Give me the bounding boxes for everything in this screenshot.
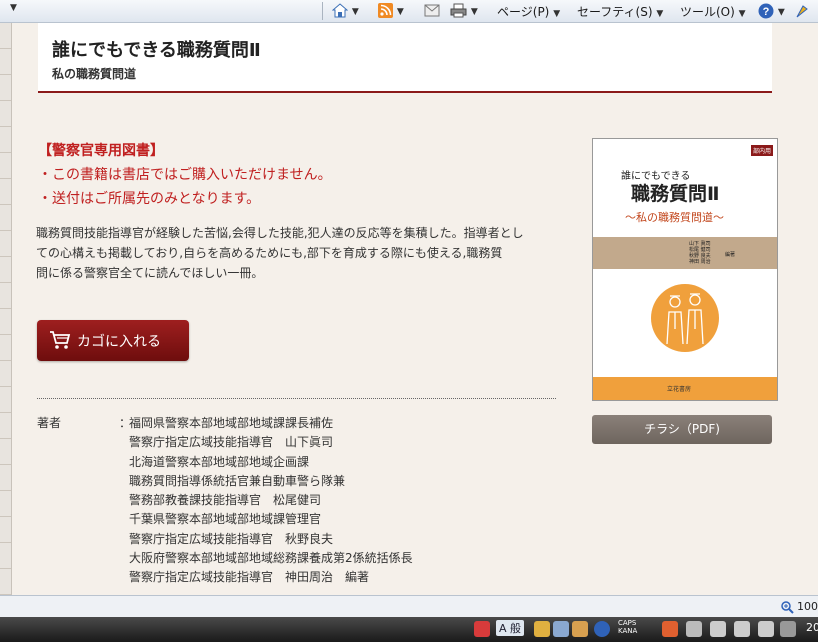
notice-line: ・送付はご所属先のみとなります。 [38,191,261,207]
ime-pad-icon[interactable] [572,621,588,637]
research-icon [796,5,808,18]
author-line: 大阪府警察本部地域部地域総務課養成第2係統括係長 [129,551,413,566]
author-label: 著者 [37,416,62,430]
author-line: 千葉県警察本部地域部地域課管理官 [129,512,322,527]
caps-label: CAPS [618,619,637,627]
ime-mode-indicator[interactable]: A 般 [496,620,525,636]
zoom-control[interactable]: 100 [780,600,818,614]
author-line: 警察庁指定広域技能指導官 秋野良夫 [129,531,334,546]
author-line: 福岡県警察本部地域部地域課課長補佐 [129,416,334,430]
section-divider [37,398,556,399]
zoom-icon [780,600,794,614]
mail-button[interactable] [424,3,440,17]
author-line: 北海道警察本部地域部地域企画課 [129,454,310,469]
left-panel-strip [0,23,12,595]
ime-tool-icon[interactable] [553,621,569,637]
cart-icon [50,331,71,349]
flyer-pdf-button[interactable]: チラシ（PDF) [592,415,772,444]
author-line: 職務質問指導係統括官兼自動車警ら隊兼 [129,473,346,488]
author-line: 警察庁指定広域技能指導官 神田周治 編著 [129,570,370,585]
caps-kana-indicator: CAPS KANA [618,619,637,635]
printer-icon [450,3,467,18]
title-header: 誰にでもできる職務質問Ⅱ 私の職務質問道 [38,23,772,93]
add-to-cart-label: カゴに入れる [77,334,161,350]
browser-status-bar: 100 [0,595,818,618]
description-line: 問に係る警察官全てに読んでほしい一冊。 [36,266,264,280]
author-line: 警察庁指定広域技能指導官 山下眞司 [129,435,334,450]
tray-security-icon[interactable] [780,621,796,637]
page-title: 誰にでもできる職務質問Ⅱ [52,40,261,61]
tray-device-icon[interactable] [710,621,726,637]
taskbar-clock[interactable]: 20 [806,621,818,634]
dropdown-caret-icon[interactable]: ▼ [10,3,17,13]
browser-command-bar: ▼ ▼ ▼ ▼ ページ(P) ▼ セーフティ(S) ▼ ツール(O) ▼ ? ▼ [0,0,818,23]
author-list: 福岡県警察本部地域部地域課課長補佐 警察庁指定広域技能指導官 山下眞司 北海道警… [129,414,413,588]
research-button[interactable] [794,3,810,19]
cover-author-name: 神田 周治 [689,259,711,265]
cover-illustration [651,284,719,352]
cover-author-band [593,237,777,269]
cover-publisher: 立花書房 [667,386,692,393]
print-button[interactable]: ▼ [450,3,478,18]
page-content: 誰にでもできる職務質問Ⅱ 私の職務質問道 【警察官専用図書】 ・この書籍は書店で… [12,23,818,595]
svg-text:?: ? [763,6,770,18]
add-to-cart-button[interactable]: カゴに入れる [37,320,189,361]
description-line: ての心構えも掲載しており,自らを高めるためにも,部下を育成する際にも使える,職務… [36,246,503,260]
description-line: 職務質問技能指導官が経験した苦悩,会得した技能,犯人達の反応等を集積した。指導者… [36,226,524,240]
notice-heading: 【警察官専用図書】 [38,143,164,159]
tray-options-icon[interactable] [662,621,678,637]
page-subtitle: 私の職務質問道 [52,67,137,81]
cover-subtitle: 〜私の職務質問道〜 [625,211,724,224]
home-button[interactable]: ▼ [332,3,359,18]
tray-network-icon[interactable] [734,621,750,637]
ime-dictionary-icon[interactable] [534,621,550,637]
rss-icon [378,3,393,18]
author-line: 警務部教養課技能指導官 松尾健司 [129,493,322,508]
notice-block: 【警察官専用図書】 ・この書籍は書店ではご購入いただけません。 ・送付はご所属先… [38,139,332,211]
help-button[interactable]: ? ▼ [758,3,785,19]
feeds-button[interactable]: ▼ [378,3,404,18]
ime-help-icon[interactable] [594,621,610,637]
zoom-level: 100 [797,600,818,613]
cover-main-title: 職務質問Ⅱ [631,183,720,205]
notice-line: ・この書籍は書店ではご購入いただけません。 [38,167,332,183]
tools-menu[interactable]: ツール(O) ▼ [680,3,746,20]
volume-icon[interactable] [758,621,774,637]
windows-taskbar: A 般 CAPS KANA 20 [0,617,818,642]
home-icon [332,3,348,18]
page-menu[interactable]: ページ(P) ▼ [497,3,560,20]
tray-pin-icon[interactable] [686,621,702,637]
cover-badge: 部内用 [750,145,773,156]
kana-label: KANA [618,627,638,635]
cover-editor-suffix: 編著 [725,252,736,258]
help-icon: ? [758,3,774,19]
mail-icon [424,4,440,17]
cover-author-names: 山下 眞司 松尾 健司 秋野 良夫 神田 周治 [689,241,711,265]
toolbar-separator [322,2,323,20]
book-cover-image: 部内用 誰にでもできる 職務質問Ⅱ 〜私の職務質問道〜 山下 眞司 松尾 健司 … [592,138,778,401]
safety-menu[interactable]: セーフティ(S) ▼ [577,3,663,20]
book-description: 職務質問技能指導官が経験した苦悩,会得した技能,犯人達の反応等を集積した。指導者… [36,223,558,283]
police-officers-icon [666,293,704,345]
ime-toolbar-icon[interactable] [474,621,490,637]
